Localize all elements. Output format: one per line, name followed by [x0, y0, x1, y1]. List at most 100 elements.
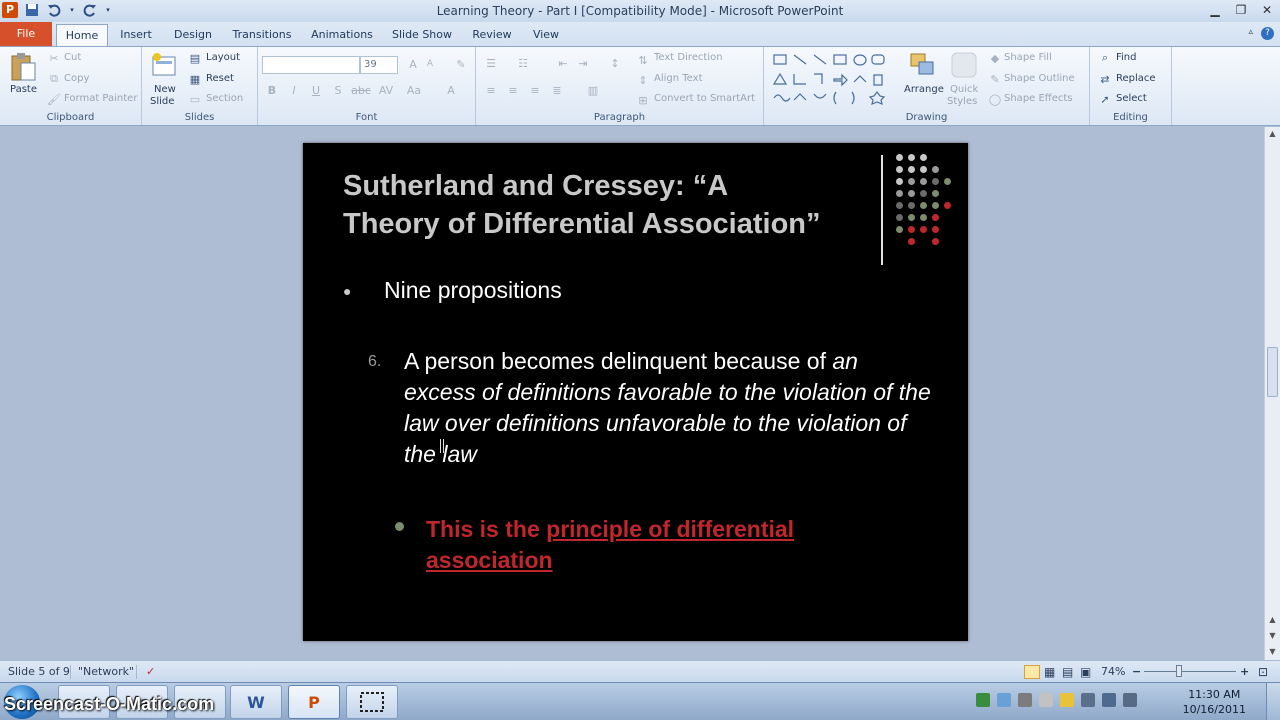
word-task-icon[interactable]: W — [230, 685, 282, 719]
quick-styles-icon[interactable] — [950, 51, 978, 79]
tray-shield-icon[interactable] — [1060, 693, 1074, 707]
bullets-icon[interactable]: ☰ — [484, 56, 498, 70]
zoom-slider-thumb[interactable] — [1176, 665, 1182, 677]
shape-effects-button[interactable]: Shape Effects — [1004, 93, 1072, 104]
maximize-button[interactable]: ❐ — [1228, 0, 1254, 20]
text-direction-icon[interactable]: ⇅ — [636, 53, 650, 67]
tray-app-icon[interactable] — [997, 693, 1011, 707]
align-left-icon[interactable]: ≡ — [484, 83, 498, 97]
slide-show-view-icon[interactable]: ▣ — [1080, 665, 1091, 679]
arrange-icon[interactable] — [908, 51, 938, 81]
vertical-scrollbar[interactable]: ▲ ▲ ▼ ▼ — [1264, 127, 1280, 660]
slide-sorter-icon[interactable]: ▦ — [1044, 665, 1055, 679]
tab-transitions[interactable]: Transitions — [228, 24, 296, 46]
shape-outline-icon[interactable]: ✎ — [988, 73, 1002, 86]
align-center-icon[interactable]: ≡ — [506, 83, 520, 97]
paste-icon[interactable] — [8, 51, 38, 83]
justify-icon[interactable]: ≣ — [550, 83, 564, 97]
reset-button[interactable]: Reset — [206, 73, 234, 84]
grow-font-icon[interactable]: A — [406, 57, 420, 71]
numbering-icon[interactable]: ☷ — [516, 56, 530, 70]
font-color-icon[interactable]: A — [444, 83, 458, 97]
underline-icon[interactable]: U — [310, 83, 322, 97]
clear-formatting-icon[interactable]: ✎ — [454, 57, 468, 71]
minimize-ribbon-icon[interactable]: ▵ — [1248, 27, 1253, 40]
powerpoint-task-icon[interactable]: P — [288, 685, 340, 719]
shape-effects-icon[interactable]: ◯ — [988, 93, 1002, 106]
bold-icon[interactable]: B — [266, 83, 278, 97]
tab-review[interactable]: Review — [468, 24, 516, 46]
new-slide-icon[interactable] — [150, 51, 178, 79]
tab-home[interactable]: Home — [56, 24, 108, 46]
normal-view-icon[interactable] — [1024, 665, 1040, 679]
align-text-button[interactable]: Align Text — [654, 73, 703, 84]
section-button[interactable]: Section — [206, 93, 243, 104]
replace-button[interactable]: Replace — [1116, 73, 1156, 84]
line-spacing-icon[interactable]: ↕ — [608, 56, 622, 70]
text-direction-button[interactable]: Text Direction — [654, 52, 723, 63]
tab-file[interactable]: File — [0, 22, 52, 46]
volume-icon[interactable] — [1123, 693, 1137, 707]
slide-title[interactable]: Sutherland and Cressey: “A Theory of Dif… — [343, 167, 883, 243]
columns-icon[interactable]: ▥ — [586, 83, 600, 97]
show-desktop-button[interactable] — [1266, 683, 1280, 720]
section-icon[interactable]: ▭ — [188, 93, 202, 106]
screen-capture-task-icon[interactable] — [346, 685, 398, 719]
help-icon[interactable]: ? — [1261, 27, 1274, 40]
cut-button[interactable]: Cut — [64, 52, 81, 63]
zoom-slider[interactable] — [1144, 671, 1236, 672]
slide-number-status[interactable]: Slide 5 of 9 — [8, 665, 70, 678]
tab-design[interactable]: Design — [170, 24, 216, 46]
next-slide-icon[interactable]: ▼ — [1265, 629, 1280, 643]
find-icon[interactable]: ⌕ — [1098, 51, 1112, 64]
replace-icon[interactable]: ⇄ — [1098, 73, 1112, 86]
new-slide-label-2[interactable]: Slide — [150, 96, 174, 107]
strikethrough-icon[interactable]: abc — [351, 83, 371, 97]
quick-styles-label-2[interactable]: Styles — [947, 96, 977, 107]
new-slide-label-1[interactable]: New — [154, 84, 176, 95]
quick-styles-label-1[interactable]: Quick — [950, 84, 978, 95]
tray-app-icon[interactable] — [976, 693, 990, 707]
layout-icon[interactable]: ▤ — [188, 52, 202, 65]
reading-view-icon[interactable]: ▤ — [1062, 665, 1073, 679]
shape-fill-icon[interactable]: ◆ — [988, 52, 1002, 65]
theme-status[interactable]: "Network" — [78, 665, 134, 678]
font-size-combo[interactable]: 39 — [360, 56, 398, 74]
select-button[interactable]: Select — [1116, 93, 1147, 104]
tray-flag-icon[interactable] — [1081, 693, 1095, 707]
reset-icon[interactable]: ▦ — [188, 73, 202, 86]
shadow-icon[interactable]: S — [332, 83, 344, 97]
paste-label[interactable]: Paste — [10, 84, 37, 95]
previous-slide-icon[interactable]: ▲ — [1265, 613, 1280, 627]
scissors-icon[interactable]: ✂ — [48, 52, 60, 65]
select-icon[interactable]: ➚ — [1098, 93, 1112, 106]
tab-animations[interactable]: Animations — [308, 24, 376, 46]
align-text-icon[interactable]: ⇕ — [636, 73, 650, 87]
format-painter-icon[interactable]: 🖌 — [47, 93, 61, 106]
format-painter-button[interactable]: Format Painter — [64, 93, 137, 104]
tab-slide-show[interactable]: Slide Show — [388, 24, 456, 46]
find-button[interactable]: Find — [1116, 52, 1137, 63]
font-name-combo[interactable] — [262, 56, 360, 74]
slide-canvas[interactable]: Sutherland and Cressey: “A Theory of Dif… — [303, 143, 968, 641]
zoom-out-icon[interactable]: − — [1132, 665, 1141, 678]
shrink-font-icon[interactable]: A — [424, 57, 436, 71]
scroll-thumb[interactable] — [1267, 347, 1278, 397]
change-case-icon[interactable]: Aa — [406, 83, 422, 97]
tab-view[interactable]: View — [528, 24, 564, 46]
copy-button[interactable]: Copy — [64, 73, 89, 84]
shapes-gallery-icon[interactable] — [770, 51, 888, 109]
align-right-icon[interactable]: ≡ — [528, 83, 542, 97]
system-clock[interactable]: 11:30 AM 10/16/2011 — [1183, 687, 1246, 717]
character-spacing-icon[interactable]: AV — [378, 83, 394, 97]
tray-app-icon[interactable] — [1039, 693, 1053, 707]
zoom-in-icon[interactable]: + — [1240, 665, 1249, 678]
tab-insert[interactable]: Insert — [114, 24, 158, 46]
layout-button[interactable]: Layout — [206, 52, 240, 63]
tray-app-icon[interactable] — [1018, 693, 1032, 707]
convert-smartart-button[interactable]: Convert to SmartArt — [654, 93, 755, 104]
smartart-icon[interactable]: ⊞ — [636, 93, 650, 107]
shape-fill-button[interactable]: Shape Fill — [1004, 52, 1052, 63]
shape-outline-button[interactable]: Shape Outline — [1004, 73, 1075, 84]
decrease-indent-icon[interactable]: ⇤ — [556, 56, 570, 70]
